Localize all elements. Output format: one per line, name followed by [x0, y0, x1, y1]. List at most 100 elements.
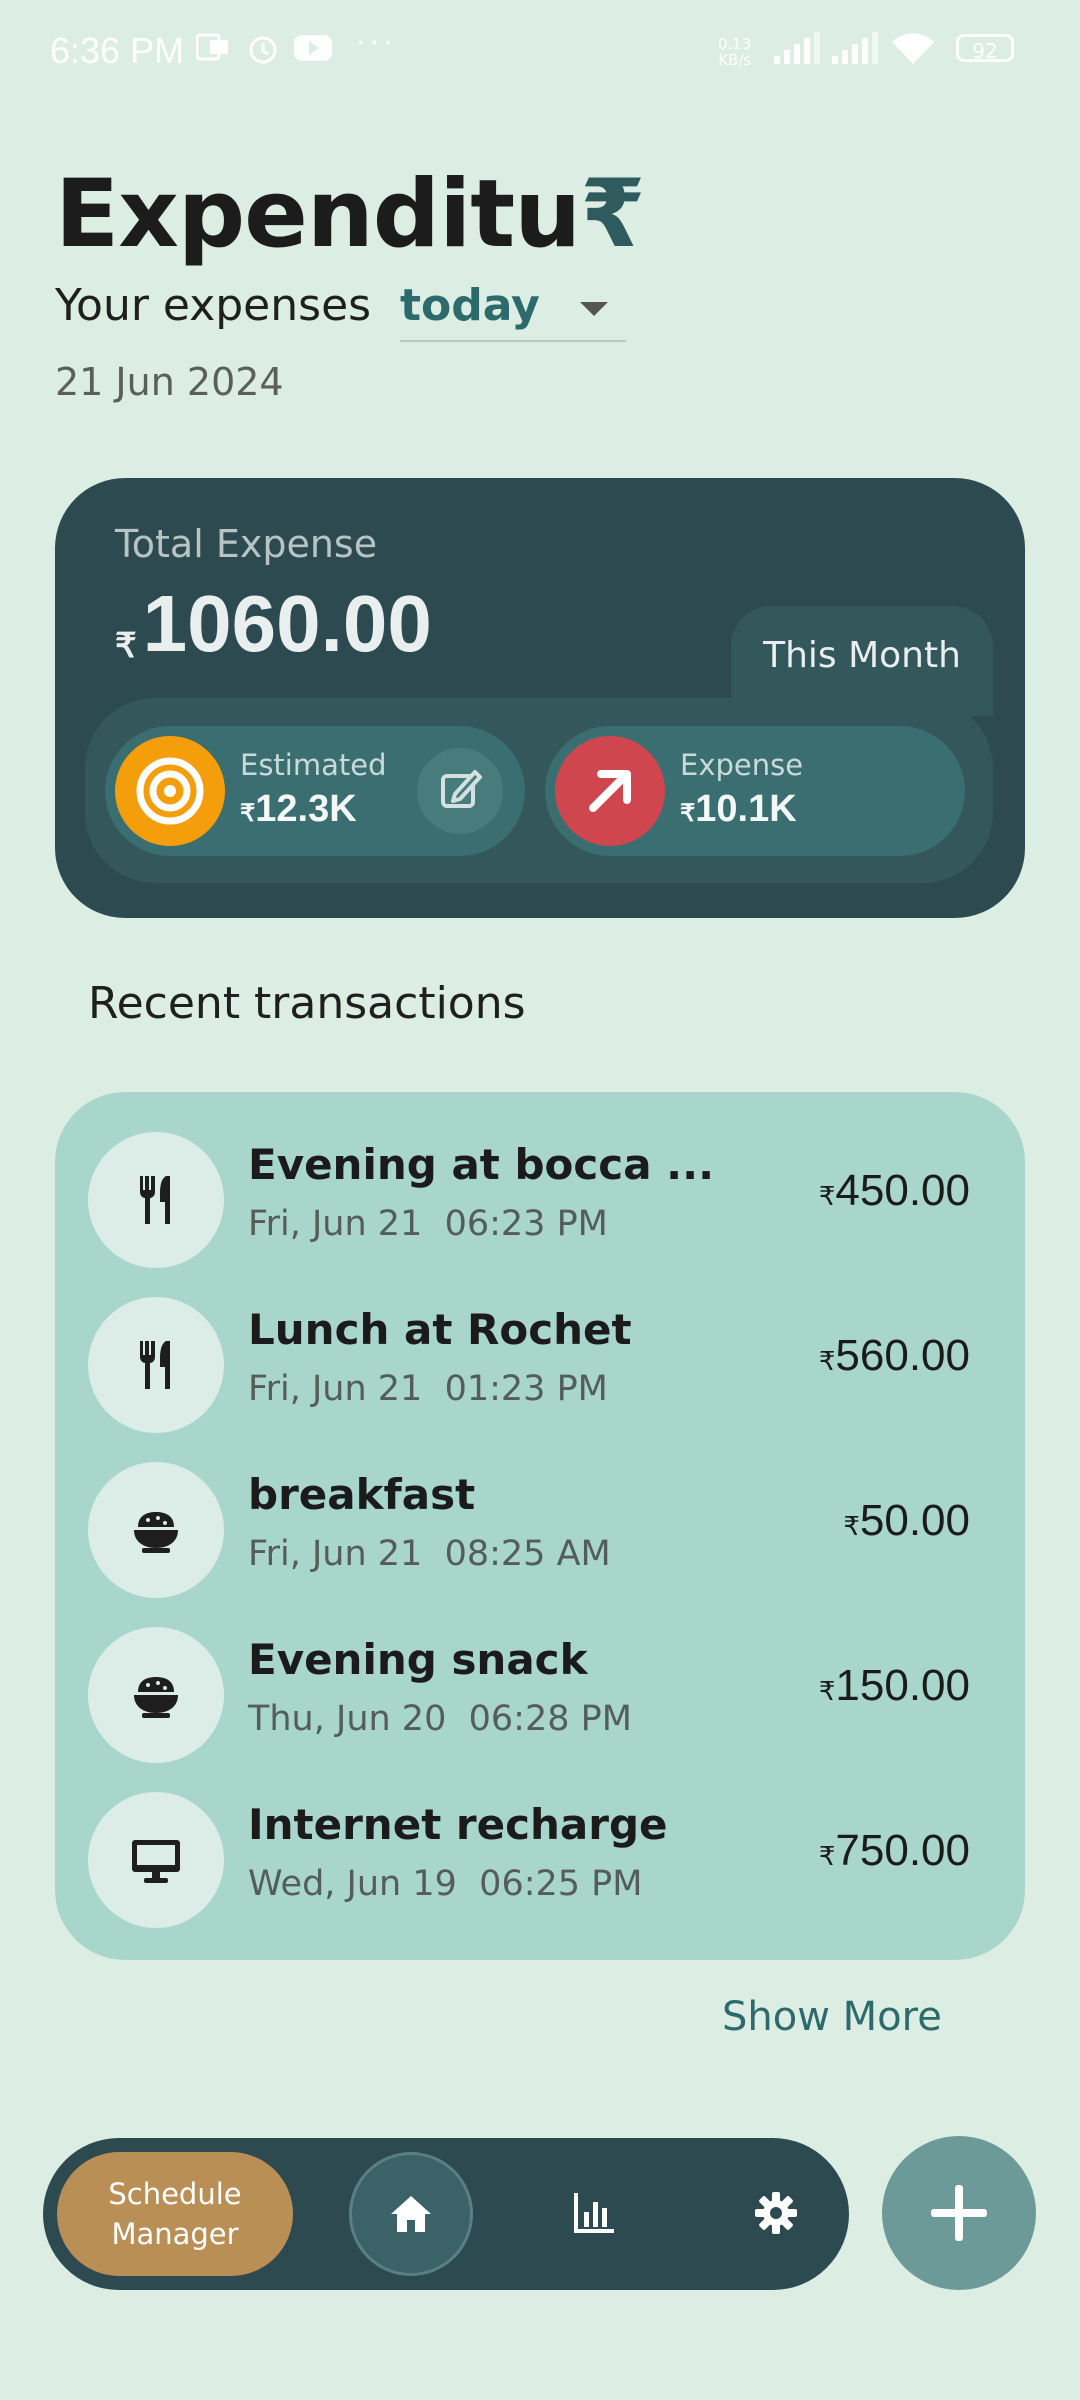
transaction-name: Lunch at Rochet: [248, 1305, 632, 1354]
edit-estimate-button[interactable]: [417, 748, 503, 834]
expense-currency: ₹: [680, 800, 696, 827]
period-selected: today: [400, 280, 540, 331]
bar-chart-icon: [574, 2193, 614, 2233]
transaction-date: Fri, Jun 21: [248, 1204, 423, 1244]
add-expense-button[interactable]: [882, 2136, 1036, 2290]
transaction-row[interactable]: Evening snack Thu, Jun 20 06:28 PM ₹150.…: [55, 1617, 1025, 1767]
nav-home[interactable]: [349, 2152, 473, 2276]
transaction-datetime: Fri, Jun 21 08:25 AM: [248, 1534, 611, 1574]
transaction-name: Evening at bocca ...: [248, 1140, 715, 1189]
transaction-name: Internet recharge: [248, 1800, 668, 1849]
transaction-amount-value: 750.00: [835, 1826, 970, 1875]
rice-bowl-icon: [88, 1627, 224, 1763]
total-amount: 1060.00: [142, 579, 432, 668]
transaction-time: 08:25 AM: [444, 1534, 611, 1574]
transaction-name: breakfast: [248, 1470, 476, 1519]
transaction-row[interactable]: breakfast Fri, Jun 21 08:25 AM ₹50.00: [55, 1452, 1025, 1602]
computer-icon: [88, 1792, 224, 1928]
transaction-time: 06:25 PM: [479, 1864, 643, 1904]
transaction-date: Fri, Jun 21: [248, 1534, 423, 1574]
bottom-nav: Schedule Manager: [43, 2138, 849, 2290]
app-title-rupee: ₹: [580, 160, 645, 269]
transaction-datetime: Fri, Jun 21 06:23 PM: [248, 1204, 608, 1244]
transaction-currency: ₹: [818, 1676, 836, 1706]
subtitle: Your expenses: [55, 280, 372, 331]
transaction-row[interactable]: Lunch at Rochet Fri, Jun 21 01:23 PM ₹56…: [55, 1287, 1025, 1437]
total-expense-value: ₹1060.00: [115, 578, 432, 670]
net-unit: KB/s: [718, 51, 752, 69]
transaction-amount: ₹450.00: [819, 1166, 970, 1216]
gear-icon: [755, 2192, 797, 2234]
transaction-amount: ₹750.00: [819, 1826, 970, 1876]
edit-icon: [441, 770, 482, 808]
alarm-icon: [246, 32, 280, 74]
youtube-icon: [294, 32, 332, 70]
show-more-link[interactable]: Show More: [722, 1994, 942, 2040]
net-rate: 0.13: [718, 35, 752, 53]
transaction-datetime: Fri, Jun 21 01:23 PM: [248, 1369, 608, 1409]
signal-2-icon: [830, 32, 880, 72]
plus-icon: [931, 2185, 987, 2241]
estimated-label: Estimated: [240, 748, 387, 782]
nav-settings[interactable]: [713, 2152, 837, 2276]
nav-stats[interactable]: [531, 2152, 655, 2276]
signal-icon: [772, 32, 822, 72]
network-speed: 0.13 KB/s: [718, 36, 751, 68]
transaction-currency: ₹: [818, 1841, 836, 1871]
transaction-amount-value: 150.00: [835, 1661, 970, 1710]
arrow-up-right-icon: [555, 736, 665, 846]
currency-symbol: ₹: [115, 627, 137, 665]
target-icon: [115, 736, 225, 846]
expense-amount: 10.1K: [695, 788, 797, 830]
transaction-amount-value: 450.00: [835, 1166, 970, 1215]
restaurant-icon: [88, 1297, 224, 1433]
app-title-text: Expenditu: [55, 160, 581, 269]
status-bar: 6:36 PM ··· 0.13 KB/s 92: [0, 0, 1080, 100]
estimated-pill[interactable]: Estimated ₹12.3K: [105, 726, 525, 856]
transaction-row[interactable]: Internet recharge Wed, Jun 19 06:25 PM ₹…: [55, 1782, 1025, 1932]
schedule-manager-button[interactable]: Schedule Manager: [57, 2152, 293, 2276]
transaction-time: 01:23 PM: [444, 1369, 608, 1409]
total-expense-label: Total Expense: [115, 522, 378, 566]
estimated-currency: ₹: [240, 800, 256, 827]
home-icon: [391, 2196, 431, 2232]
expense-label: Expense: [680, 748, 804, 782]
summary-card: Total Expense ₹1060.00 This Month Estima…: [55, 478, 1025, 918]
transaction-amount: ₹560.00: [819, 1331, 970, 1381]
dropdown-caret-icon: [580, 302, 608, 316]
battery-icon: 92: [956, 34, 1014, 63]
schedule-label-line1: Schedule: [108, 2177, 242, 2211]
current-date: 21 Jun 2024: [55, 360, 284, 404]
more-icon: ···: [356, 26, 397, 61]
status-time: 6:36 PM: [50, 30, 185, 71]
transaction-time: 06:28 PM: [468, 1699, 632, 1739]
wifi-icon: [890, 32, 936, 74]
transaction-time: 06:23 PM: [444, 1204, 608, 1244]
app-title: Expenditu₹: [55, 160, 646, 269]
recent-transactions-title: Recent transactions: [88, 978, 526, 1029]
transaction-amount-value: 560.00: [835, 1331, 970, 1380]
transaction-datetime: Thu, Jun 20 06:28 PM: [248, 1699, 632, 1739]
rice-bowl-icon: [88, 1462, 224, 1598]
transaction-amount: ₹150.00: [819, 1661, 970, 1711]
outlook-icon: [195, 32, 230, 70]
estimated-amount: 12.3K: [255, 788, 357, 830]
transaction-currency: ₹: [818, 1346, 836, 1376]
transaction-date: Fri, Jun 21: [248, 1369, 423, 1409]
expense-value: ₹10.1K: [680, 788, 797, 831]
schedule-label-line2: Manager: [111, 2217, 239, 2251]
stats-container: Estimated ₹12.3K Expense ₹10.1K: [85, 698, 993, 883]
restaurant-icon: [88, 1132, 224, 1268]
expense-pill[interactable]: Expense ₹10.1K: [545, 726, 965, 856]
transaction-currency: ₹: [818, 1181, 836, 1211]
transaction-name: Evening snack: [248, 1635, 588, 1684]
transaction-row[interactable]: Evening at bocca ... Fri, Jun 21 06:23 P…: [55, 1122, 1025, 1272]
transaction-amount: ₹50.00: [843, 1496, 970, 1546]
transaction-currency: ₹: [843, 1511, 860, 1541]
transaction-datetime: Wed, Jun 19 06:25 PM: [248, 1864, 642, 1904]
transaction-list: Evening at bocca ... Fri, Jun 21 06:23 P…: [55, 1092, 1025, 1960]
period-dropdown[interactable]: today: [400, 280, 626, 342]
estimated-value: ₹12.3K: [240, 788, 357, 831]
transaction-date: Wed, Jun 19: [248, 1864, 457, 1904]
transaction-date: Thu, Jun 20: [248, 1699, 447, 1739]
